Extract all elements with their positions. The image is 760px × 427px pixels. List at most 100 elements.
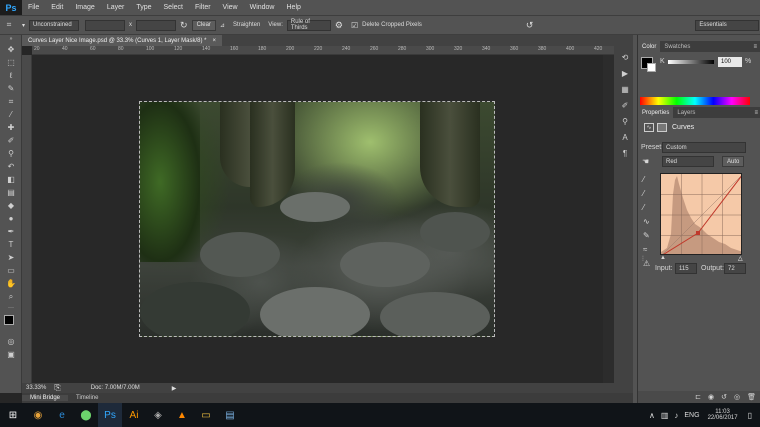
channel-select[interactable]: Red: [662, 156, 714, 167]
tab-properties[interactable]: Properties: [638, 107, 674, 118]
mask-icon[interactable]: [657, 123, 667, 132]
crop-tool-icon[interactable]: ⌗: [0, 19, 18, 32]
hand-tool-icon[interactable]: ✋: [0, 277, 22, 290]
menu-view[interactable]: View: [217, 4, 244, 11]
width-field[interactable]: [85, 19, 126, 31]
brush-tool-icon[interactable]: ✐: [0, 134, 22, 147]
clipping-warning-icon[interactable]: ⚠: [643, 257, 655, 271]
input-value-field[interactable]: 115: [675, 263, 697, 274]
blur-tool-icon[interactable]: ◆: [0, 199, 22, 212]
clear-button[interactable]: Clear: [191, 19, 216, 31]
panel-collapse-icon[interactable]: »: [0, 35, 22, 43]
panel-menu-icon[interactable]: ≡: [754, 110, 758, 116]
eyedropper-tool-icon[interactable]: ⁄: [0, 108, 22, 121]
view-previous-icon[interactable]: ◉: [708, 393, 714, 401]
zoom-tool-icon[interactable]: ⌕: [0, 290, 22, 303]
quick-mask-icon[interactable]: ◎: [0, 335, 22, 348]
menu-layer[interactable]: Layer: [101, 4, 131, 11]
delete-layer-icon[interactable]: 🗑: [747, 393, 756, 401]
show-clipping-icon[interactable]: ⫶: [642, 256, 644, 264]
windows-start-icon[interactable]: ⊞: [0, 403, 26, 427]
gradient-tool-icon[interactable]: ▤: [0, 186, 22, 199]
crop-tool-icon[interactable]: ⌗: [0, 95, 22, 108]
language-indicator[interactable]: ENG: [684, 412, 699, 419]
quick-select-tool-icon[interactable]: ✎: [0, 82, 22, 95]
tab-swatches[interactable]: Swatches: [660, 41, 694, 52]
close-tab-icon[interactable]: ×: [213, 38, 217, 44]
dodge-tool-icon[interactable]: ●: [0, 212, 22, 225]
tab-timeline[interactable]: Timeline: [68, 395, 106, 401]
clone-stamp-tool-icon[interactable]: ⚲: [0, 147, 22, 160]
path-select-tool-icon[interactable]: ➤: [0, 251, 22, 264]
edge-icon[interactable]: e: [50, 403, 74, 427]
move-tool-icon[interactable]: ✥: [0, 43, 22, 56]
curves-graph[interactable]: [660, 173, 742, 255]
swap-icon[interactable]: ↻: [180, 20, 188, 31]
reset-icon[interactable]: ↺: [526, 20, 534, 31]
document-image[interactable]: [139, 101, 495, 337]
auto-button[interactable]: Auto: [722, 156, 745, 167]
clip-to-layer-icon[interactable]: ⊏: [695, 393, 701, 401]
black-point-eyedropper-icon[interactable]: ⁄: [643, 173, 655, 187]
tab-layers[interactable]: Layers: [673, 107, 699, 118]
history-brush-tool-icon[interactable]: ↶: [0, 160, 22, 173]
network-icon[interactable]: ▥: [661, 411, 669, 420]
color-swatches[interactable]: [0, 313, 22, 335]
file-explorer-icon[interactable]: ▭: [194, 403, 218, 427]
tool-preset-arrow-icon[interactable]: ▾: [22, 22, 25, 29]
menu-image[interactable]: Image: [69, 4, 100, 11]
notepad-icon[interactable]: ▤: [218, 403, 242, 427]
output-value-field[interactable]: 72: [724, 263, 746, 274]
document-tab[interactable]: Curves Layer Nice Image.psd @ 33.3% (Cur…: [22, 35, 223, 46]
menu-help[interactable]: Help: [281, 4, 307, 11]
panel-menu-icon[interactable]: ≡: [753, 44, 757, 50]
eraser-tool-icon[interactable]: ◧: [0, 173, 22, 186]
steam-icon[interactable]: ◈: [146, 403, 170, 427]
view-select[interactable]: Rule of Thirds: [286, 19, 331, 31]
pencil-draw-icon[interactable]: ✎: [643, 229, 655, 243]
tab-mini-bridge[interactable]: Mini Bridge: [22, 395, 69, 401]
straighten-icon[interactable]: ⊿: [220, 22, 225, 29]
menu-filter[interactable]: Filter: [189, 4, 217, 11]
volume-icon[interactable]: ♪: [674, 411, 678, 420]
photoshop-taskbar-icon[interactable]: Ps: [98, 403, 122, 427]
zoom-level[interactable]: 33.33%: [26, 385, 46, 391]
reset-adjustment-icon[interactable]: ↺: [721, 393, 727, 401]
white-point-eyedropper-icon[interactable]: ⁄: [643, 201, 655, 215]
curve-point-edit-icon[interactable]: ∿: [643, 215, 655, 229]
lasso-tool-icon[interactable]: ℓ: [0, 69, 22, 82]
shape-tool-icon[interactable]: ▭: [0, 264, 22, 277]
color-background-swatch[interactable]: [647, 63, 656, 72]
chrome-icon[interactable]: ◉: [26, 403, 50, 427]
curve-control-point[interactable]: [696, 231, 700, 235]
menu-type[interactable]: Type: [130, 4, 157, 11]
clock[interactable]: 11:03 22/06/2017: [708, 409, 738, 421]
color-spectrum-ramp[interactable]: [640, 97, 750, 105]
upwork-icon[interactable]: ⬤: [74, 403, 98, 427]
share-icon[interactable]: ⎘: [54, 383, 60, 393]
smooth-curve-icon[interactable]: ≈: [643, 243, 655, 257]
white-slider-icon[interactable]: △: [738, 255, 743, 262]
k-value-field[interactable]: 100: [718, 57, 742, 67]
pen-tool-icon[interactable]: ✒: [0, 225, 22, 238]
illustrator-taskbar-icon[interactable]: Ai: [122, 403, 146, 427]
tab-color[interactable]: Color: [638, 41, 661, 52]
toggle-visibility-icon[interactable]: ◎: [734, 393, 740, 401]
menu-window[interactable]: Window: [244, 4, 281, 11]
workspace-select[interactable]: Essentials: [695, 19, 760, 31]
preset-select[interactable]: Custom: [662, 142, 746, 153]
more-tools-icon[interactable]: ···: [0, 303, 22, 313]
status-menu-arrow-icon[interactable]: ▶: [172, 385, 177, 392]
screen-mode-icon[interactable]: ▣: [0, 348, 22, 361]
type-tool-icon[interactable]: T: [0, 238, 22, 251]
ratio-select[interactable]: Unconstrained: [29, 19, 80, 31]
gray-point-eyedropper-icon[interactable]: ⁄: [643, 187, 655, 201]
marquee-tool-icon[interactable]: ⬚: [0, 56, 22, 69]
menu-edit[interactable]: Edit: [45, 4, 69, 11]
notifications-icon[interactable]: ▯: [748, 411, 752, 420]
targeted-adjust-hand-icon[interactable]: ☚: [642, 157, 649, 166]
vlc-icon[interactable]: ▲: [170, 403, 194, 427]
foreground-color-swatch[interactable]: [4, 315, 14, 325]
black-slider-icon[interactable]: ▲: [660, 255, 666, 261]
k-slider-track[interactable]: [668, 60, 714, 64]
